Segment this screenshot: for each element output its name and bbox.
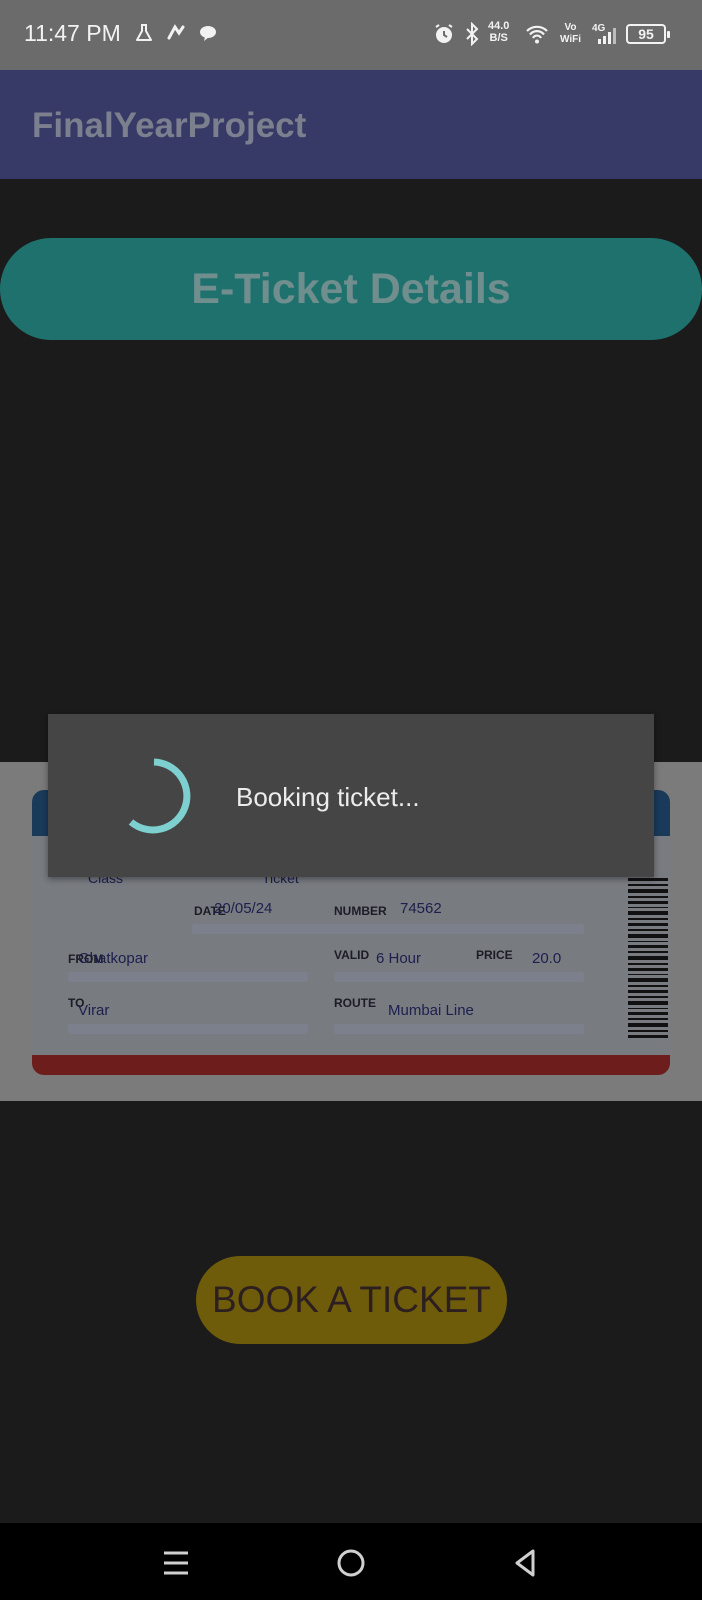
chat-bubble-icon — [196, 22, 220, 46]
network-speed: 44.0 B/S — [488, 20, 509, 44]
flask-icon — [132, 22, 156, 46]
ticket-footer-band — [32, 1055, 670, 1075]
price-value: 20.0 — [532, 950, 562, 967]
valid-price-field — [334, 972, 584, 982]
price-label: PRICE — [476, 948, 513, 962]
wifi-icon — [524, 22, 548, 46]
app-bar: FinalYearProject — [0, 70, 702, 179]
vowifi-indicator: Vo WiFi — [560, 22, 581, 46]
number-field — [334, 924, 584, 934]
route-field — [334, 1024, 584, 1034]
booking-progress-dialog: Booking ticket... — [48, 714, 654, 877]
valid-label: VALID — [334, 948, 370, 962]
number-value: 74562 — [400, 900, 442, 917]
date-field — [192, 924, 338, 934]
barcode — [628, 878, 668, 1038]
wifi-label: WiFi — [560, 34, 582, 45]
back-icon[interactable] — [506, 1543, 546, 1583]
dialog-message: Booking ticket... — [236, 782, 420, 812]
network-speed-unit: B/S — [489, 32, 508, 44]
bluetooth-icon — [460, 21, 484, 47]
from-value: Ghatkopar — [78, 950, 149, 967]
to-value: Virar — [78, 1002, 110, 1019]
from-field — [68, 972, 308, 982]
number-label: NUMBER — [334, 904, 387, 918]
menu-icon[interactable] — [156, 1543, 196, 1583]
date-value: 20/05/24 — [214, 900, 273, 917]
signal-icon: 4G — [592, 22, 622, 46]
alarm-icon — [432, 22, 456, 46]
signal-label: 4G — [592, 23, 606, 34]
navigation-bar — [0, 1523, 702, 1600]
to-field — [68, 1024, 308, 1034]
book-ticket-button[interactable]: BOOK A TICKET — [196, 1256, 507, 1344]
battery-icon: 95 — [626, 24, 670, 44]
status-time: 11:47 PM — [24, 20, 121, 46]
network-speed-value: 44.0 — [488, 20, 510, 32]
vo-label: Vo — [564, 22, 577, 33]
home-icon[interactable] — [331, 1543, 371, 1583]
app-icon — [164, 22, 188, 46]
loading-spinner-icon — [128, 758, 191, 834]
status-bar: 11:47 PM 44.0 B/S Vo WiFi 4G 95 — [0, 0, 702, 70]
route-label: ROUTE — [334, 996, 376, 1010]
route-value: Mumbai Line — [388, 1002, 474, 1019]
app-title: FinalYearProject — [32, 106, 307, 145]
e-ticket-header: E-Ticket Details — [0, 238, 702, 340]
valid-value: 6 Hour — [376, 950, 422, 967]
